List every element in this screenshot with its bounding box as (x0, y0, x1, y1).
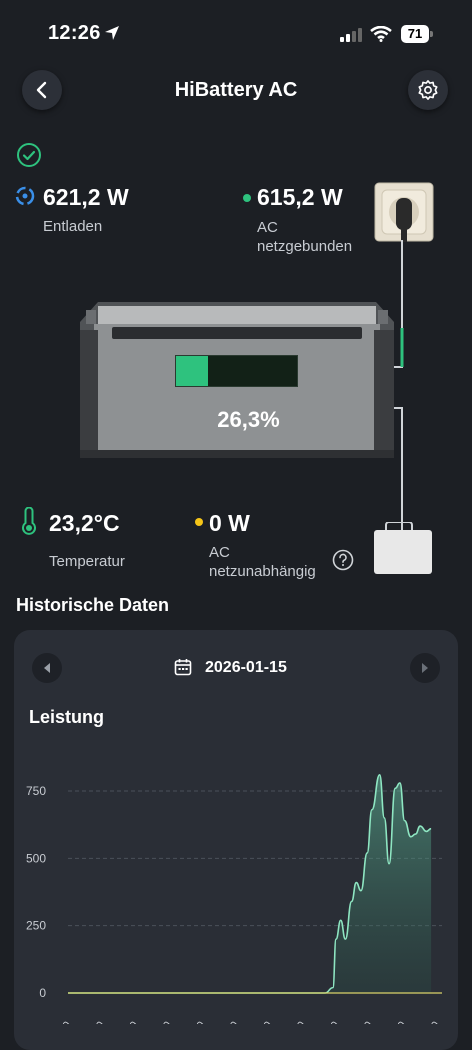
x-tick-label: 00 (189, 1018, 209, 1024)
wifi-icon (370, 26, 392, 42)
x-tick-label: 00 (222, 1018, 242, 1024)
temperature-value: 23,2°C (49, 510, 120, 536)
history-section-title: Historische Daten (16, 595, 170, 615)
power-chart: 0 250 500 750 00 00 00 00 00 00 00 00 00 00 00 00 (26, 774, 443, 1024)
triangle-left-icon (44, 663, 50, 673)
help-icon[interactable] (332, 549, 354, 571)
x-tick-label: 00 (155, 1018, 175, 1024)
status-ok-icon (17, 143, 41, 167)
triangle-right-icon (422, 663, 428, 673)
grid-value: 615,2 W (257, 184, 343, 210)
x-tick-label: 00 (88, 1018, 108, 1024)
battery-level-bar (175, 355, 298, 387)
y-tick-label: 500 (26, 851, 46, 865)
calendar-icon (174, 659, 192, 676)
status-bar: 12:26 71 (0, 0, 472, 60)
chart-title: Leistung (29, 707, 104, 727)
offgrid-label-line2: netzunabhängig (209, 563, 316, 580)
previous-day-button[interactable] (32, 653, 62, 683)
grid-label-line1: AC (257, 219, 278, 236)
x-tick-label: 00 (122, 1018, 142, 1024)
battery-level-fill (176, 356, 208, 386)
gear-icon (418, 80, 438, 100)
x-tick-label: 00 (423, 1018, 443, 1024)
y-tick-label: 250 (26, 919, 46, 933)
discharge-icon (15, 186, 35, 206)
discharge-label: Entladen (43, 218, 103, 235)
discharge-value: 621,2 W (43, 184, 129, 210)
settings-button[interactable] (408, 70, 448, 110)
y-tick-label: 750 (26, 784, 46, 798)
page-title: HiBattery AC (174, 79, 298, 101)
history-date[interactable]: 2026-01-15 (205, 659, 287, 677)
battery-tip (430, 31, 433, 37)
location-icon (105, 26, 119, 40)
power-area (68, 774, 432, 993)
x-tick-label: 00 (55, 1018, 75, 1024)
next-day-button[interactable] (410, 653, 440, 683)
battery-percentage: 26,3% (217, 407, 280, 432)
x-tick-label: 00 (256, 1018, 276, 1024)
offgrid-device-image (374, 522, 432, 574)
x-tick-label: 00 (289, 1018, 309, 1024)
offgrid-status-dot (195, 518, 203, 526)
wall-socket-icon (374, 182, 434, 242)
signal-icon (340, 28, 362, 42)
grid-label-line2: netzgebunden (257, 238, 353, 255)
offgrid-label-line1: AC (209, 544, 230, 561)
grid-status-dot (243, 194, 251, 202)
battery-indicator: 71 (401, 25, 429, 43)
thermometer-icon (22, 507, 36, 535)
y-tick-label: 0 (39, 986, 46, 1000)
status-time: 12:26 (48, 22, 101, 44)
x-tick-label: 00 (390, 1018, 410, 1024)
temperature-label: Temperatur (49, 553, 125, 570)
x-tick-label: 00 (323, 1018, 343, 1024)
x-tick-label: 00 (356, 1018, 376, 1024)
offgrid-value: 0 W (209, 510, 250, 536)
